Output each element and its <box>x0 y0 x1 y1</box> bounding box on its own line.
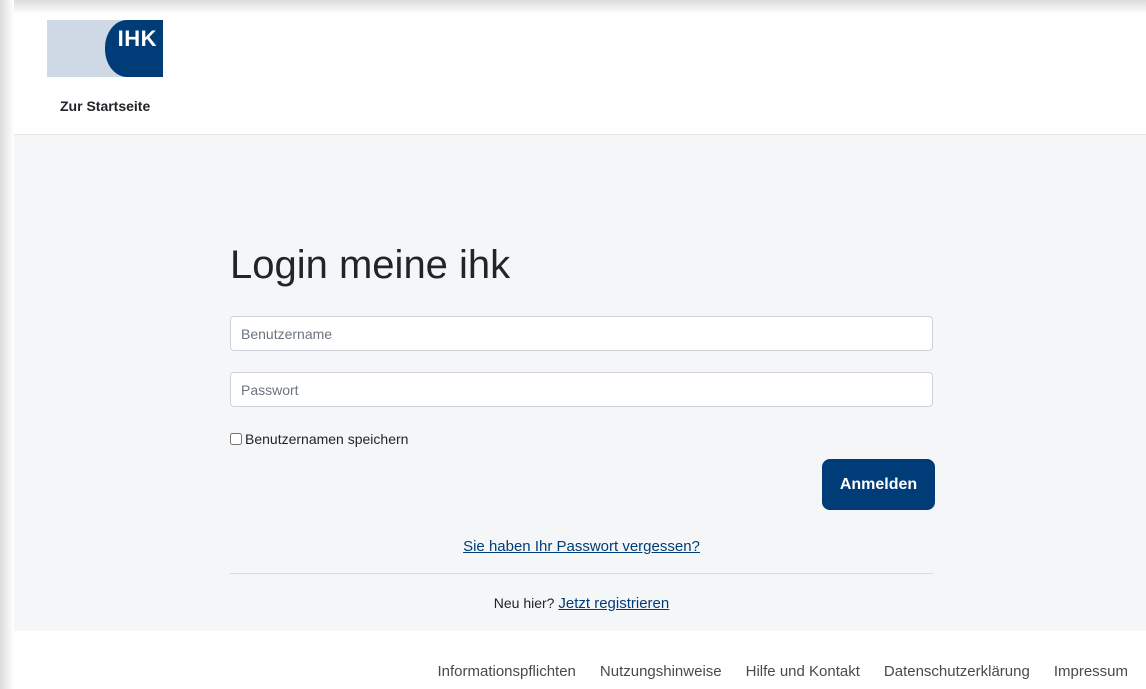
forgot-password-link[interactable]: Sie haben Ihr Passwort vergessen? <box>463 538 700 555</box>
ihk-logo[interactable]: IHK <box>47 20 163 77</box>
page-title: Login meine ihk <box>230 243 511 287</box>
register-link[interactable]: Jetzt registrieren <box>558 595 669 612</box>
footer-nav: Informationspflichten Nutzungshinweise H… <box>437 663 1128 680</box>
new-here-text: Neu hier? <box>493 595 555 611</box>
login-button[interactable]: Anmelden <box>822 459 935 510</box>
footer-link-datenschutz[interactable]: Datenschutzerklärung <box>884 663 1030 680</box>
footer-link-impressum[interactable]: Impressum <box>1054 663 1128 680</box>
window-shadow-top <box>0 0 1146 14</box>
username-input[interactable] <box>230 316 933 351</box>
remember-checkbox[interactable] <box>230 433 242 445</box>
footer-link-hilfe-kontakt[interactable]: Hilfe und Kontakt <box>746 663 860 680</box>
remember-username[interactable]: Benutzernamen speichern <box>230 431 408 447</box>
footer-link-informationspflichten[interactable]: Informationspflichten <box>437 663 575 680</box>
login-section: Login meine ihk Benutzernamen speichern … <box>14 135 1146 631</box>
site-footer: Informationspflichten Nutzungshinweise H… <box>14 631 1146 689</box>
home-link[interactable]: Zur Startseite <box>60 98 150 114</box>
remember-label: Benutzernamen speichern <box>245 431 409 447</box>
password-input[interactable] <box>230 372 933 407</box>
page: IHK Zur Startseite Login meine ihk Benut… <box>14 14 1146 689</box>
divider <box>230 573 933 574</box>
window-shadow-left <box>0 0 14 689</box>
register-row: Neu hier? Jetzt registrieren <box>230 595 933 612</box>
forgot-password-row: Sie haben Ihr Passwort vergessen? <box>230 538 933 555</box>
site-header: IHK Zur Startseite <box>14 14 1146 135</box>
footer-link-nutzungshinweise[interactable]: Nutzungshinweise <box>600 663 722 680</box>
logo-text: IHK <box>117 26 157 51</box>
